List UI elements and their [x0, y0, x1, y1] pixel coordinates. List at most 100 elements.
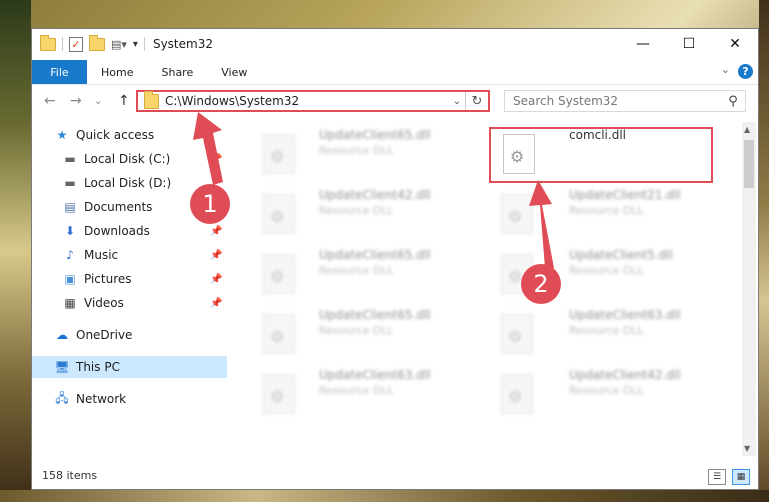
nav-item-label: Pictures	[84, 272, 132, 286]
search-input[interactable]: Search System32	[505, 94, 721, 108]
forward-button[interactable]: →	[70, 93, 82, 109]
scroll-thumb[interactable]	[744, 140, 754, 188]
file-name: UpdateClient5.dll	[569, 248, 673, 262]
nav-item-quick-access[interactable]: ★ Quick access	[54, 124, 155, 146]
dll-file-icon	[501, 314, 533, 354]
music-icon: ♪	[66, 248, 74, 262]
highlight-box-file	[489, 127, 713, 183]
file-type: Resource DLL	[569, 204, 644, 217]
nav-item-onedrive[interactable]: ☁ OneDrive	[54, 324, 132, 346]
file-tile[interactable]: UpdateClient42.dll Resource DLL	[249, 184, 479, 238]
maximize-button[interactable]: ☐	[666, 29, 712, 59]
dll-file-icon	[263, 194, 295, 234]
documents-icon: ▤	[64, 200, 76, 214]
address-bar[interactable]: C:\Windows\System32 ⌄ ↻	[136, 90, 490, 112]
nav-item-pictures[interactable]: ▣ Pictures 📌	[62, 268, 227, 290]
pin-icon[interactable]: 📌	[210, 250, 222, 261]
nav-item-local-disk-c[interactable]: ▬ Local Disk (C:) 📌	[62, 148, 227, 170]
videos-icon: ▦	[64, 296, 76, 310]
dll-file-icon	[263, 254, 295, 294]
tab-home[interactable]: Home	[87, 66, 147, 79]
nav-item-this-pc[interactable]: 🖥 This PC	[32, 356, 227, 378]
nav-item-music[interactable]: ♪ Music 📌	[62, 244, 227, 266]
navigation-pane: ★ Quick access ▬ Local Disk (C:) 📌 ▬ Local …	[32, 124, 227, 454]
file-name: UpdateClient42.dll	[569, 368, 681, 382]
ribbon-expand-icon[interactable]: ⌄	[721, 63, 730, 76]
item-count: 158 items	[42, 469, 98, 482]
file-tile[interactable]: UpdateClient65.dll Resource DLL	[249, 304, 479, 358]
drive-icon: ▬	[64, 152, 76, 166]
customize-toolbar-icon[interactable]: ▤▾	[111, 38, 127, 51]
search-box[interactable]: Search System32 ⚲	[504, 90, 746, 112]
ribbon: File Home Share View ⌄ ?	[32, 60, 758, 85]
back-button[interactable]: ←	[44, 93, 56, 109]
scroll-down-icon[interactable]: ▼	[744, 444, 750, 453]
nav-item-label: Network	[76, 392, 127, 406]
tiles-view-icon[interactable]: ▦	[732, 469, 750, 485]
vertical-scrollbar[interactable]: ▲ ▼	[742, 122, 756, 456]
toolbar-dropdown-icon[interactable]: ▾	[133, 39, 138, 50]
nav-item-videos[interactable]: ▦ Videos 📌	[62, 292, 227, 314]
file-tile[interactable]: UpdateClient63.dll Resource DLL	[487, 304, 717, 358]
tab-share[interactable]: Share	[147, 66, 207, 79]
file-type: Resource DLL	[319, 324, 394, 337]
new-folder-icon[interactable]	[89, 34, 105, 51]
nav-item-network[interactable]: 🖧 Network	[54, 388, 126, 410]
pin-icon[interactable]: 📌	[210, 274, 222, 285]
file-tile[interactable]: UpdateClient42.dll Resource DLL	[487, 364, 717, 418]
file-type: Resource DLL	[569, 324, 644, 337]
file-tile[interactable]: UpdateClient65.dll Resource DLL	[249, 244, 479, 298]
computer-icon: 🖥	[54, 360, 70, 374]
explorer-window: ✓ ▤▾ ▾ System32 — ☐ ✕ File Home Share Vi…	[31, 28, 759, 490]
scroll-up-icon[interactable]: ▲	[744, 125, 750, 134]
recent-locations-button[interactable]: ⌄	[94, 96, 102, 107]
file-type: Resource DLL	[319, 384, 394, 397]
dll-file-icon	[263, 314, 295, 354]
drive-icon: ▬	[64, 176, 76, 190]
up-button[interactable]: ↑	[118, 93, 130, 109]
toolbar-separator	[143, 37, 145, 51]
file-name: UpdateClient65.dll	[319, 308, 431, 322]
help-icon[interactable]: ?	[738, 64, 753, 79]
star-icon: ★	[56, 128, 68, 142]
file-name: UpdateClient65.dll	[319, 248, 431, 262]
pin-icon[interactable]: 📌	[210, 298, 222, 309]
refresh-button[interactable]: ↻	[465, 92, 488, 110]
nav-item-label: Local Disk (C:)	[84, 152, 171, 166]
file-tab[interactable]: File	[32, 60, 87, 84]
file-name: UpdateClient63.dll	[569, 308, 681, 322]
network-icon: 🖧	[55, 390, 69, 405]
file-type: Resource DLL	[569, 384, 644, 397]
pin-icon[interactable]: 📌	[210, 226, 222, 237]
nav-item-local-disk-d[interactable]: ▬ Local Disk (D:)	[62, 172, 171, 194]
title-bar: ✓ ▤▾ ▾ System32 — ☐ ✕	[32, 29, 758, 59]
file-name: UpdateClient65.dll	[319, 128, 431, 142]
tab-view[interactable]: View	[207, 66, 261, 79]
details-view-icon[interactable]: ☰	[708, 469, 726, 485]
nav-item-label: This PC	[76, 360, 120, 374]
nav-item-label: Music	[84, 248, 119, 262]
step-badge-1: 1	[190, 184, 230, 224]
navigation-bar: ← → ⌄ ↑ C:\Windows\System32 ⌄ ↻ Search S…	[32, 87, 758, 117]
nav-item-downloads[interactable]: ⬇ Downloads 📌	[62, 220, 227, 242]
properties-icon[interactable]: ✓	[69, 36, 83, 52]
downloads-icon: ⬇	[64, 224, 76, 238]
file-tile[interactable]: UpdateClient65.dll Resource DLL	[249, 124, 479, 178]
pin-icon[interactable]: 📌	[210, 154, 222, 165]
search-icon[interactable]: ⚲	[721, 94, 745, 109]
dll-file-icon	[263, 134, 295, 174]
file-name: UpdateClient42.dll	[319, 188, 431, 202]
address-path[interactable]: C:\Windows\System32	[165, 94, 449, 108]
dll-file-icon	[263, 374, 295, 414]
dll-file-icon	[501, 374, 533, 414]
step-badge-2: 2	[521, 264, 561, 304]
close-button[interactable]: ✕	[712, 29, 758, 59]
file-name: UpdateClient63.dll	[319, 368, 431, 382]
nav-item-label: Quick access	[76, 128, 155, 142]
file-tile[interactable]: UpdateClient63.dll Resource DLL	[249, 364, 479, 418]
nav-item-label: OneDrive	[76, 328, 133, 342]
file-tile[interactable]: UpdateClient21.dll Resource DLL	[487, 184, 717, 238]
folder-icon	[40, 34, 56, 51]
address-dropdown-icon[interactable]: ⌄	[449, 96, 465, 107]
minimize-button[interactable]: —	[620, 29, 666, 59]
